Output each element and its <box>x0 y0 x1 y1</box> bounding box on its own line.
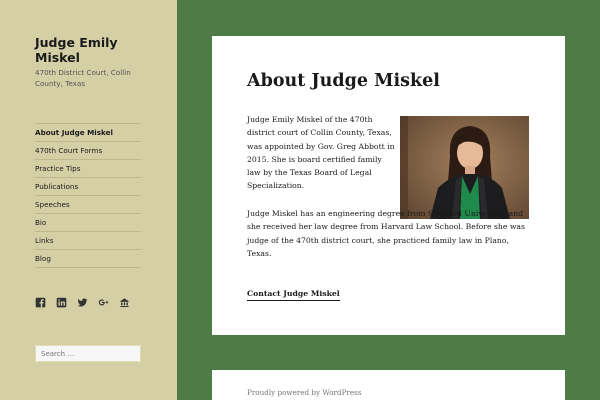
footer-credit-link[interactable]: Proudly powered by WordPress <box>247 388 362 397</box>
linkedin-icon[interactable] <box>56 297 67 308</box>
judge-photo <box>400 116 529 219</box>
sidebar: Judge Emily Miskel 470th District Court,… <box>0 0 177 400</box>
social-links <box>35 297 130 311</box>
menu-item-links[interactable]: Links <box>35 231 141 249</box>
menu-item-publications[interactable]: Publications <box>35 177 141 195</box>
twitter-icon[interactable] <box>77 297 88 308</box>
google-plus-icon[interactable] <box>98 297 109 308</box>
page-title: About Judge Miskel <box>247 71 440 91</box>
menu-item-court-forms[interactable]: 470th Court Forms <box>35 141 141 159</box>
facebook-icon[interactable] <box>35 297 46 308</box>
menu-item-blog[interactable]: Blog <box>35 249 141 268</box>
education-paragraph: Judge Miskel has an engineering degree f… <box>247 209 525 258</box>
menu-item-about[interactable]: About Judge Miskel <box>35 123 141 141</box>
menu-item-practice-tips[interactable]: Practice Tips <box>35 159 141 177</box>
search-input[interactable] <box>35 345 141 362</box>
contact-link[interactable]: Contact Judge Miskel <box>247 287 340 301</box>
intro-paragraph: Judge Emily Miskel of the 470th district… <box>247 115 395 191</box>
main-menu: About Judge Miskel 470th Court Forms Pra… <box>35 123 141 268</box>
rss-icon[interactable] <box>119 297 130 308</box>
footer: Proudly powered by WordPress <box>212 370 565 400</box>
site-title[interactable]: Judge Emily Miskel <box>35 35 155 65</box>
menu-item-speeches[interactable]: Speeches <box>35 195 141 213</box>
article-card: About Judge Miskel Judge Emily Miskel of… <box>212 36 565 335</box>
site-description: 470th District Court, Collin County, Tex… <box>35 68 131 88</box>
menu-item-bio[interactable]: Bio <box>35 213 141 231</box>
